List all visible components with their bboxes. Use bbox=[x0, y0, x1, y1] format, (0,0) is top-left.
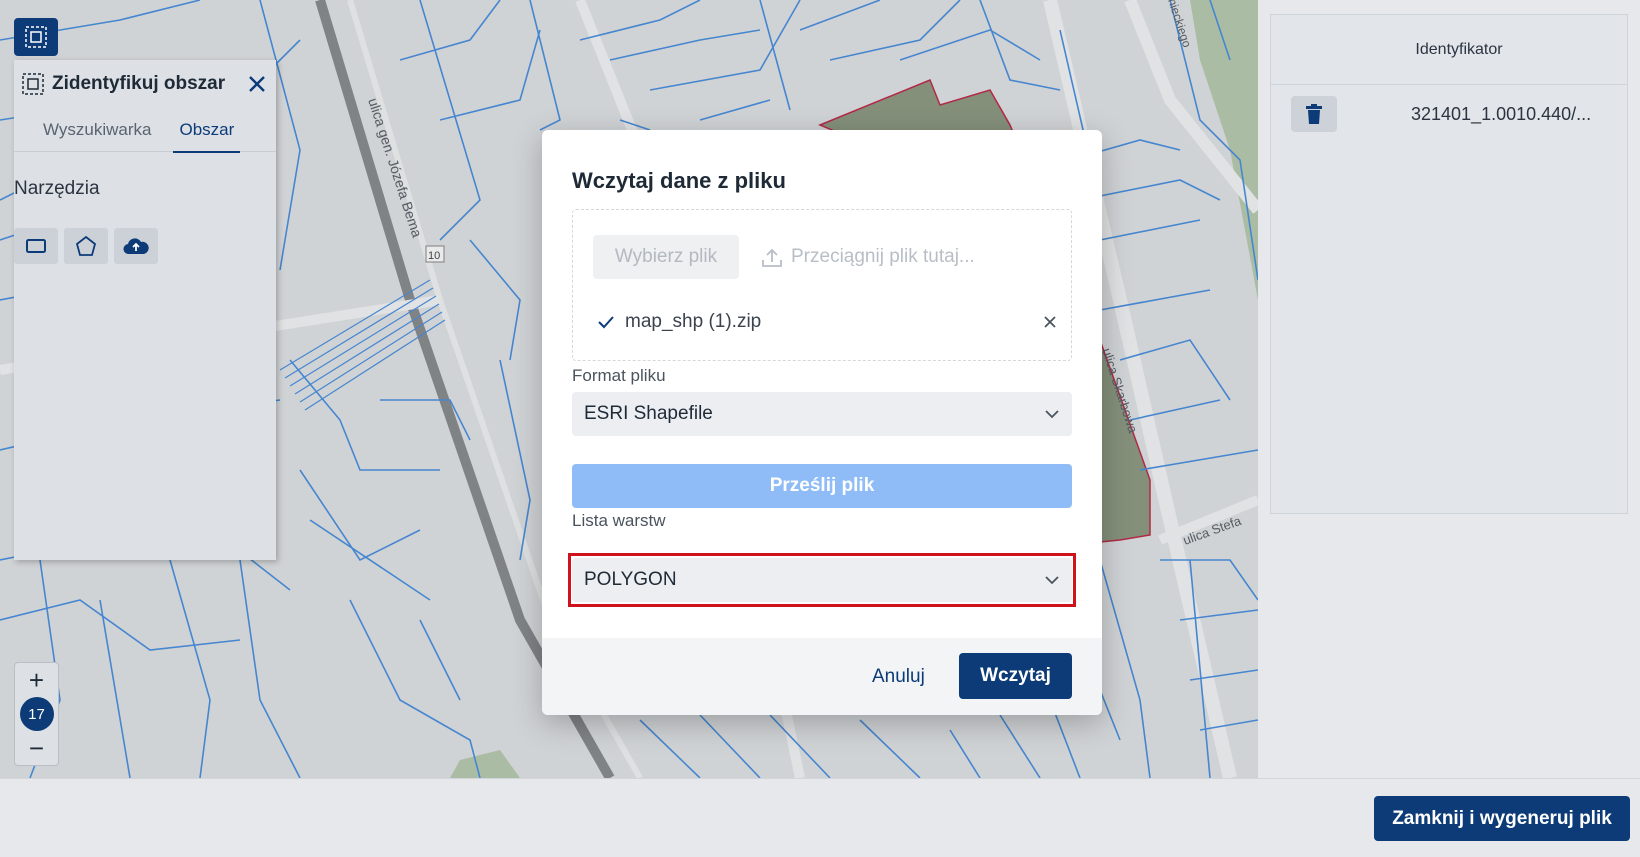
drop-hint: Przeciągnij plik tutaj... bbox=[761, 246, 975, 268]
choose-file-button[interactable]: Wybierz plik bbox=[593, 235, 739, 279]
panel-tabs: Wyszukiwarka Obszar bbox=[14, 108, 276, 153]
rectangle-icon bbox=[26, 239, 46, 253]
tab-obszar[interactable]: Obszar bbox=[165, 108, 248, 153]
delete-row-button[interactable] bbox=[1291, 96, 1337, 132]
drop-hint-text: Przeciągnij plik tutaj... bbox=[791, 246, 975, 267]
load-button[interactable]: Wczytaj bbox=[959, 653, 1072, 699]
cancel-button[interactable]: Anuluj bbox=[872, 659, 925, 695]
format-value: ESRI Shapefile bbox=[584, 403, 713, 424]
close-and-generate-button[interactable]: Zamknij i wygeneruj plik bbox=[1374, 796, 1630, 841]
dialog-footer: Anuluj Wczytaj bbox=[542, 638, 1102, 715]
layers-label: Lista warstw bbox=[572, 511, 666, 530]
selected-file-row: map_shp (1).zip bbox=[597, 302, 1057, 342]
identify-area-panel: Zidentyfikuj obszar Wyszukiwarka Obszar … bbox=[14, 60, 276, 560]
tool-row bbox=[14, 228, 276, 264]
trash-icon bbox=[1306, 104, 1322, 124]
load-file-dialog: Wczytaj dane z pliku Wybierz plik Przeci… bbox=[542, 130, 1102, 715]
draw-polygon-button[interactable] bbox=[64, 228, 108, 264]
pentagon-icon bbox=[75, 235, 97, 256]
format-select[interactable]: ESRI Shapefile bbox=[572, 392, 1072, 436]
format-label: Format pliku bbox=[572, 366, 666, 385]
file-dropzone[interactable]: Wybierz plik Przeciągnij plik tutaj... m… bbox=[572, 209, 1072, 361]
file-name: map_shp (1).zip bbox=[625, 311, 762, 332]
table-row: 321401_1.0010.440/... bbox=[1271, 85, 1627, 143]
identifier-column-header: Identyfikator bbox=[1271, 15, 1627, 85]
select-area-icon bbox=[25, 26, 47, 48]
close-icon[interactable] bbox=[248, 75, 266, 93]
draw-rectangle-button[interactable] bbox=[14, 228, 58, 264]
chevron-down-icon bbox=[1045, 410, 1059, 419]
select-area-icon bbox=[22, 73, 44, 95]
checkmark-icon bbox=[598, 316, 614, 329]
upload-icon bbox=[762, 248, 782, 267]
dialog-title: Wczytaj dane z pliku bbox=[572, 168, 786, 193]
identify-area-toggle-button[interactable] bbox=[14, 18, 58, 56]
zoom-in-button[interactable]: + bbox=[14, 663, 59, 697]
panel-title-bar: Zidentyfikuj obszar bbox=[14, 60, 276, 108]
tools-label: Narzędzia bbox=[14, 178, 100, 199]
upload-file-submit-button[interactable]: Prześlij plik bbox=[572, 464, 1072, 508]
zoom-level: 17 bbox=[19, 697, 54, 731]
remove-file-icon[interactable] bbox=[1043, 315, 1057, 329]
zoom-control: + 17 − bbox=[14, 662, 59, 766]
cloud-upload-icon bbox=[123, 238, 149, 255]
identifiers-panel: Identyfikator 321401_1.0010.440/... bbox=[1270, 14, 1628, 514]
row-identifier: 321401_1.0010.440/... bbox=[1411, 103, 1592, 124]
footer-divider bbox=[0, 778, 1640, 779]
panel-title: Zidentyfikuj obszar bbox=[52, 73, 226, 94]
tab-wyszukiwarka[interactable]: Wyszukiwarka bbox=[29, 108, 165, 152]
zoom-out-button[interactable]: − bbox=[14, 731, 59, 765]
upload-file-button[interactable] bbox=[114, 228, 158, 264]
annotation-highlight-box bbox=[568, 553, 1076, 607]
